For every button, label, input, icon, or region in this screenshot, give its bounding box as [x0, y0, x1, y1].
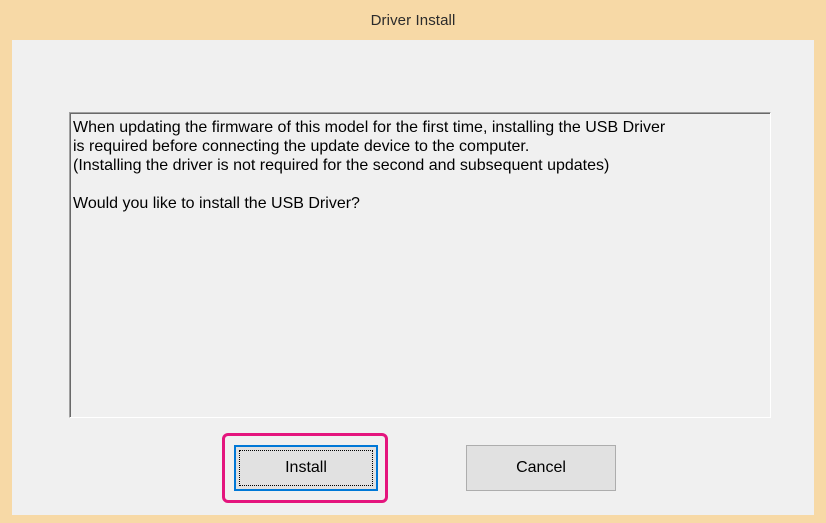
title-bar[interactable]: Driver Install — [12, 0, 814, 40]
window-title: Driver Install — [370, 11, 456, 29]
install-button[interactable]: Install — [234, 445, 378, 491]
install-button-label: Install — [285, 459, 327, 476]
cancel-button[interactable]: Cancel — [466, 445, 616, 491]
message-line-2: is required before connecting the update… — [73, 138, 530, 155]
message-box: When updating the firmware of this model… — [69, 112, 771, 418]
cancel-button-label: Cancel — [516, 459, 566, 476]
message-spacer — [73, 175, 767, 194]
message-line-1: When updating the firmware of this model… — [73, 119, 666, 136]
dialog-body: When updating the firmware of this model… — [12, 40, 814, 515]
message-line-3: (Installing the driver is not required f… — [73, 157, 610, 174]
message-question: Would you like to install the USB Driver… — [73, 195, 360, 212]
driver-install-window: Driver Install When updating the firmwar… — [0, 0, 826, 523]
